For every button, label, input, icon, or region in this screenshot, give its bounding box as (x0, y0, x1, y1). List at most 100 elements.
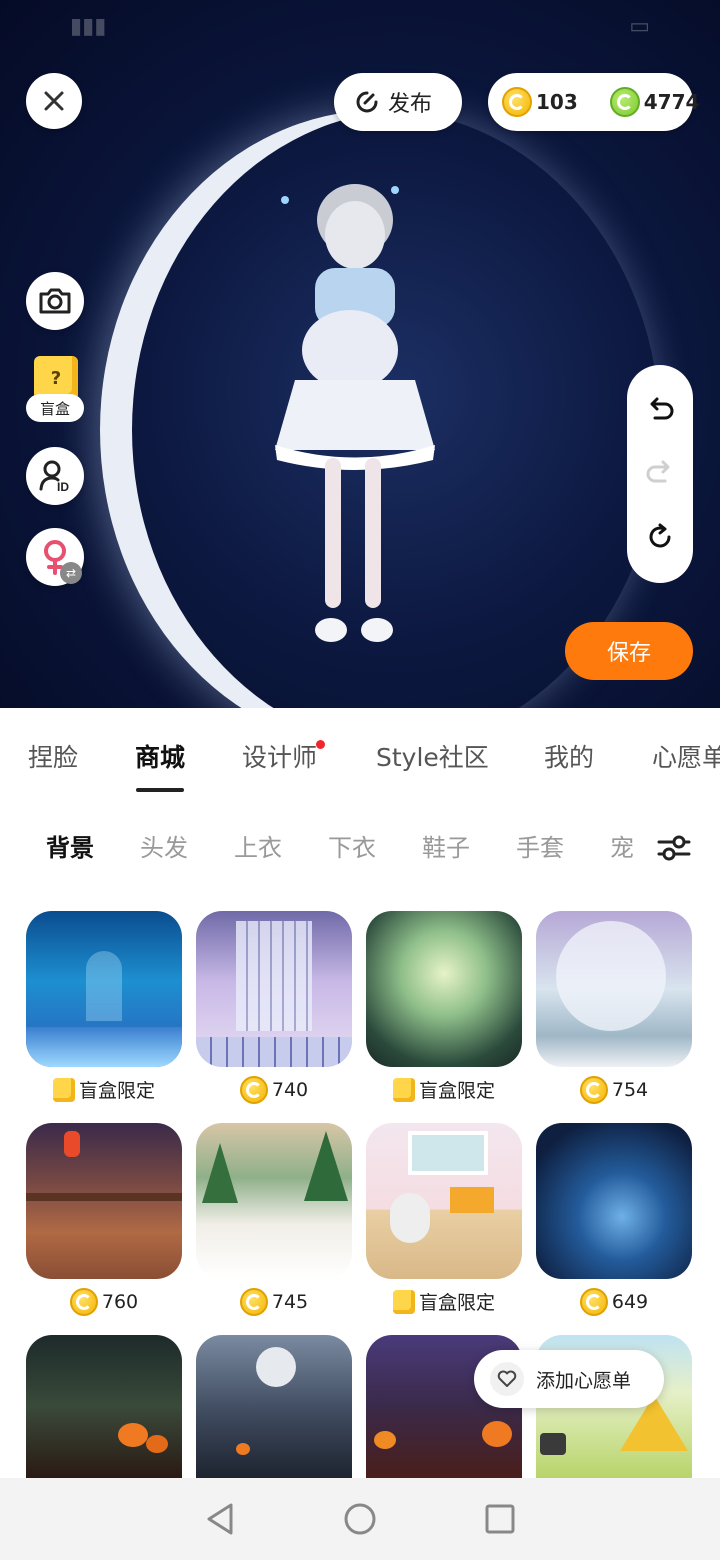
svg-text:ID: ID (57, 480, 69, 493)
gender-switch-button[interactable]: ⇄ (26, 528, 84, 586)
battery-icon: ▭ (629, 13, 650, 39)
back-button[interactable] (200, 1499, 240, 1539)
currency-balance[interactable]: 103 4774 (488, 73, 699, 131)
filter-sliders-icon (657, 835, 691, 861)
signal-icon: ▮▮▮ (70, 13, 107, 39)
gold-coin-icon (502, 87, 532, 117)
home-circle-icon (344, 1503, 376, 1535)
system-navigation-bar (0, 1478, 720, 1560)
undo-icon (650, 397, 674, 420)
item-price: 盲盒限定 (366, 1076, 522, 1103)
tab-label: 商城 (135, 743, 186, 772)
gold-coin-icon (239, 1076, 268, 1104)
item-thumbnail (536, 911, 692, 1067)
item-card[interactable]: 754 (536, 911, 692, 1104)
category-shoes[interactable]: 鞋子 (422, 828, 470, 863)
item-card[interactable]: 649 (536, 1123, 692, 1316)
recents-button[interactable] (480, 1499, 520, 1539)
item-card[interactable] (26, 1335, 182, 1478)
tab-label: 设计师 (242, 743, 318, 772)
item-price: 754 (536, 1076, 692, 1104)
tab-wishlist[interactable]: 心愿单 (652, 738, 720, 774)
item-card[interactable]: 740 (196, 911, 352, 1104)
tab-face-edit[interactable]: 捏脸 (28, 738, 78, 774)
item-card[interactable] (196, 1335, 352, 1478)
blindbox-icon (392, 1077, 415, 1102)
gold-coin-icon (579, 1288, 608, 1316)
category-top[interactable]: 上衣 (234, 828, 282, 863)
main-tab-bar: 捏脸 商城 设计师 Style社区 我的 心愿单 (0, 738, 720, 798)
avatar-figure[interactable] (255, 180, 455, 660)
tab-style-community[interactable]: Style社区 (376, 738, 489, 774)
category-bottom[interactable]: 下衣 (328, 828, 376, 863)
blindbox-icon (52, 1077, 75, 1102)
save-button[interactable]: 保存 (565, 622, 693, 680)
redo-button[interactable] (640, 454, 680, 494)
category-tab-bar: 背景 头发 上衣 下衣 鞋子 手套 宠 (0, 828, 720, 868)
price-text: 754 (611, 1079, 649, 1101)
category-background[interactable]: 背景 (46, 828, 94, 863)
filter-button[interactable] (652, 828, 696, 868)
redo-icon (646, 460, 670, 483)
item-thumbnail (196, 1123, 352, 1279)
avatar-id-button[interactable]: ID (26, 447, 84, 505)
camera-icon (39, 288, 71, 314)
wishlist-label: 添加心愿单 (536, 1369, 632, 1392)
back-triangle-icon (207, 1503, 233, 1535)
item-card[interactable]: 盲盒限定 (26, 911, 182, 1102)
add-to-wishlist-button[interactable]: 添加心愿单 (474, 1350, 664, 1408)
swap-icon: ⇄ (60, 562, 82, 584)
blindbox-label: 盲盒 (26, 394, 84, 422)
camera-button[interactable] (26, 272, 84, 330)
price-text: 745 (271, 1291, 309, 1313)
tab-label: 心愿单 (652, 743, 720, 772)
close-button[interactable] (26, 73, 82, 129)
active-tab-indicator (136, 788, 184, 792)
item-thumbnail (196, 911, 352, 1067)
price-text: 760 (101, 1291, 139, 1313)
tab-label: 捏脸 (28, 743, 79, 772)
tab-shop[interactable]: 商城 (135, 738, 186, 792)
category-pets[interactable]: 宠 (610, 828, 634, 863)
price-text: 盲盒限定 (78, 1080, 155, 1102)
item-price: 盲盒限定 (26, 1076, 182, 1103)
item-card[interactable]: 盲盒限定 (366, 911, 522, 1102)
publish-icon (356, 91, 378, 113)
category-hair[interactable]: 头发 (140, 828, 188, 863)
item-thumbnail (536, 1123, 692, 1279)
gold-coin-icon (239, 1288, 268, 1316)
recents-square-icon (485, 1504, 515, 1534)
tab-mine[interactable]: 我的 (544, 738, 594, 774)
item-thumbnail (26, 911, 182, 1067)
item-thumbnail (366, 1123, 522, 1279)
tab-label: Style社区 (376, 743, 489, 772)
green-coin-icon (609, 87, 640, 117)
notification-dot (316, 740, 326, 749)
reset-button[interactable] (640, 517, 680, 557)
edit-history-panel (627, 365, 693, 583)
avatar-scene: ▮▮▮ ▭ 发布 103 4774 ? 盲盒 ID ⇄ 保存 (0, 0, 720, 712)
item-price: 盲盒限定 (366, 1288, 522, 1315)
price-text: 649 (611, 1291, 649, 1313)
item-price: 760 (26, 1288, 182, 1316)
tab-label: 我的 (544, 743, 595, 772)
item-card[interactable]: 760 (26, 1123, 182, 1316)
publish-button[interactable]: 发布 (334, 73, 462, 131)
tab-designer[interactable]: 设计师 (242, 738, 326, 774)
item-card[interactable]: 盲盒限定 (366, 1123, 522, 1314)
publish-label: 发布 (388, 92, 433, 117)
item-price: 745 (196, 1288, 352, 1316)
price-text: 盲盒限定 (418, 1292, 495, 1314)
home-button[interactable] (340, 1499, 380, 1539)
gold-balance: 103 (536, 90, 578, 114)
blindbox-button[interactable]: ? 盲盒 (26, 356, 86, 426)
item-price: 740 (196, 1076, 352, 1104)
category-gloves[interactable]: 手套 (516, 828, 564, 863)
item-thumbnail (26, 1335, 182, 1478)
item-thumbnail (196, 1335, 352, 1478)
heart-icon (490, 1362, 524, 1396)
status-bar: ▮▮▮ ▭ (0, 0, 720, 52)
undo-button[interactable] (640, 391, 680, 431)
item-card[interactable]: 745 (196, 1123, 352, 1316)
blindbox-icon (392, 1289, 415, 1314)
